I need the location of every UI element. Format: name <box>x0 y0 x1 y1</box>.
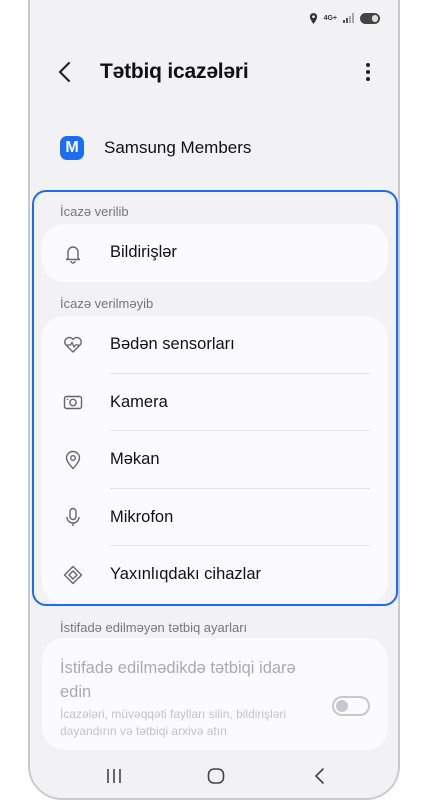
signal-icon <box>343 13 354 23</box>
unused-setting-description: İcazələri, müvəqqəti faylları silin, bil… <box>60 707 287 738</box>
network-indicator: 4G+ <box>323 14 337 22</box>
location-status-icon <box>309 12 317 24</box>
status-bar: 4G+ <box>309 8 380 28</box>
battery-icon <box>360 12 380 24</box>
more-options-icon[interactable] <box>356 58 380 86</box>
phone-screen: 4G+ Tətbiq icazələri M Samsung Members İ… <box>28 0 400 800</box>
navigation-bar <box>30 750 398 798</box>
unused-section-label: İstifadə edilməyən tətbiq ayarları <box>60 620 248 635</box>
back-arrow-icon[interactable] <box>52 58 80 86</box>
recent-apps-icon[interactable] <box>102 766 126 786</box>
highlight-frame <box>32 190 398 606</box>
manage-unused-toggle[interactable] <box>332 696 370 716</box>
app-name: Samsung Members <box>104 138 252 157</box>
back-nav-icon[interactable] <box>308 766 332 786</box>
home-icon[interactable] <box>204 766 228 786</box>
page-title: Tətbiq icazələri <box>100 60 249 83</box>
unused-setting-title: İstifadə edilmədikdə tətbiqi idarə edin <box>60 659 296 701</box>
samsung-members-app-icon: M <box>60 136 84 160</box>
app-info: M Samsung Members <box>60 136 251 160</box>
unused-app-settings-card[interactable]: İstifadə edilmədikdə tətbiqi idarə edin … <box>42 638 388 750</box>
header: Tətbiq icazələri <box>30 50 398 94</box>
